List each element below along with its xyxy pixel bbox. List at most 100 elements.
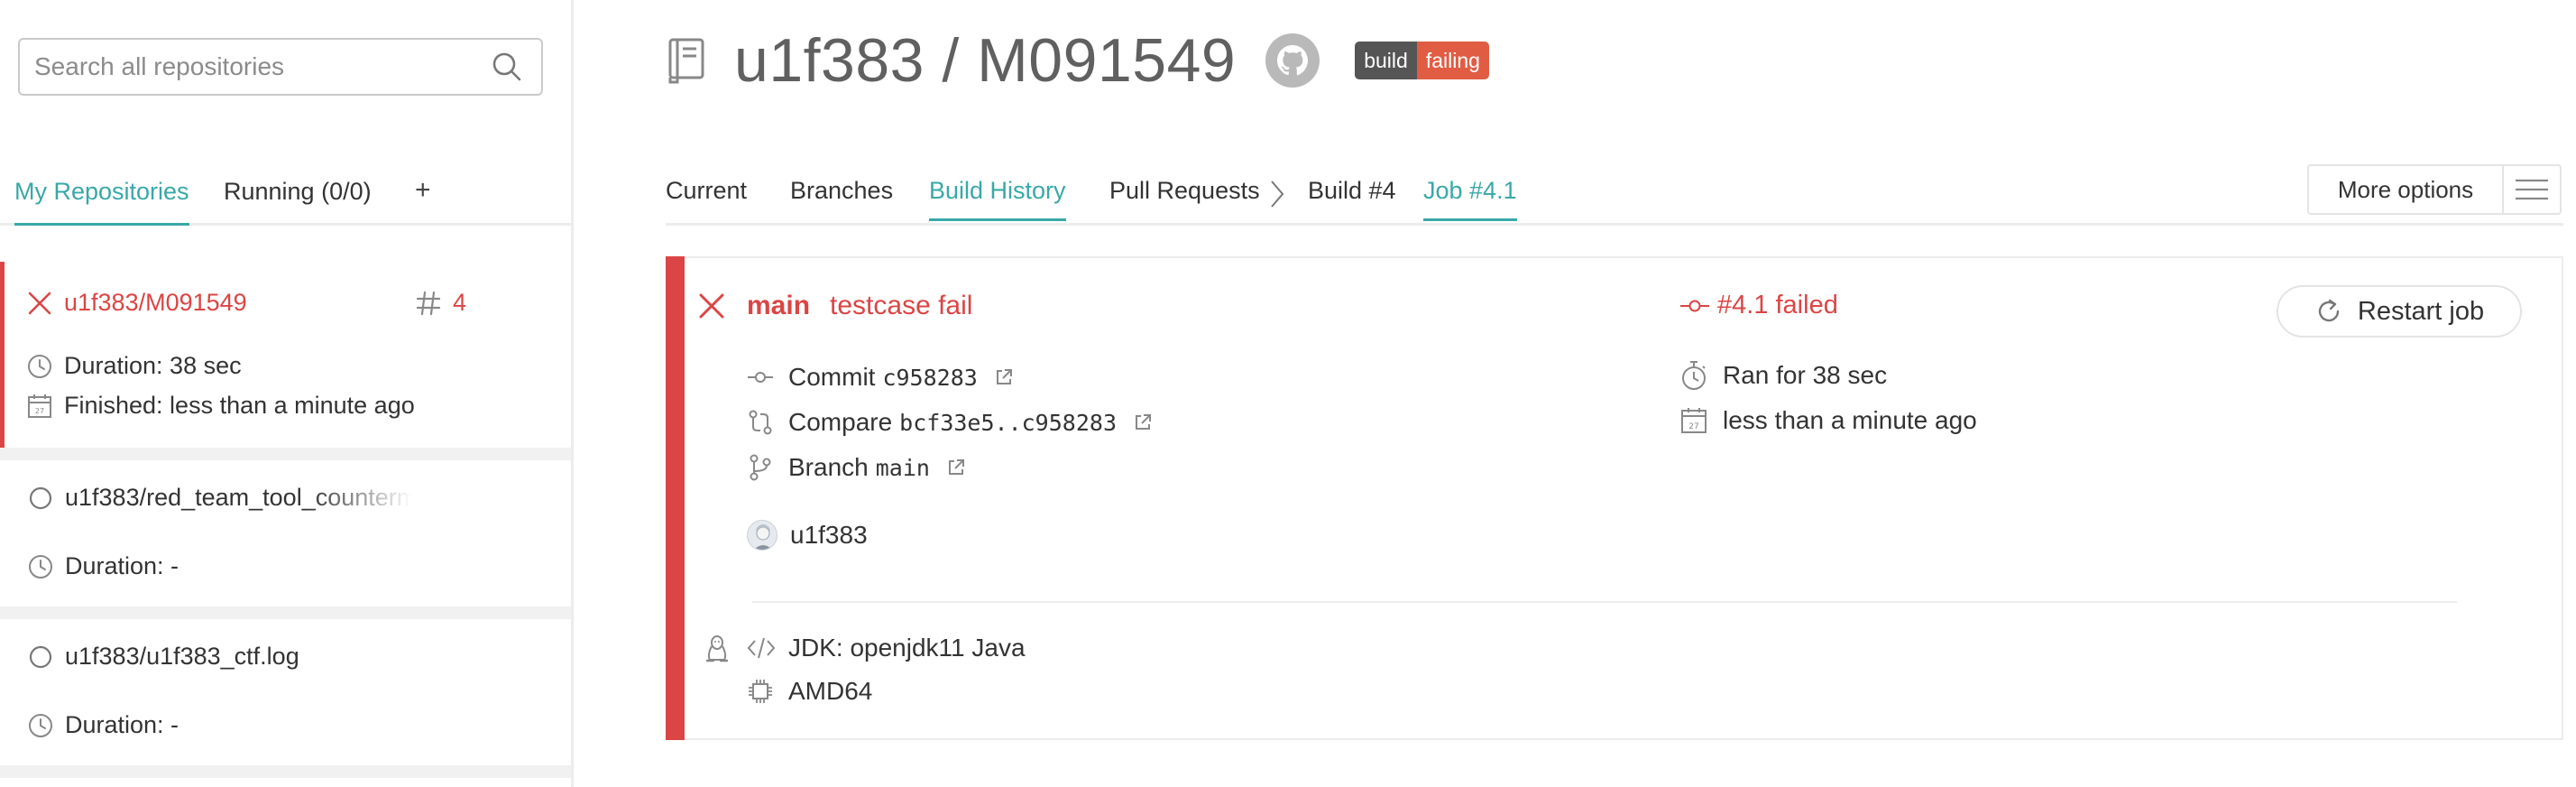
compare-row: Compare bcf33e5..c958283 [747, 408, 1153, 437]
calendar-icon: 27 [26, 393, 53, 420]
linux-icon [704, 634, 731, 664]
circle-icon [27, 485, 54, 512]
main-tabs: Current Branches Build History Pull Requ… [666, 153, 2563, 226]
tab-job-4-1[interactable]: Job #4.1 [1423, 177, 1517, 221]
compare-label: Compare [788, 408, 893, 436]
repo-name[interactable]: u1f383/red_team_tool_countermeasures [65, 484, 412, 512]
build-status-badge[interactable]: build failing [1355, 42, 1489, 79]
cpu-icon [747, 678, 774, 705]
repo-name[interactable]: u1f383/M091549 [64, 289, 247, 317]
compare-icon [747, 409, 774, 436]
svg-text:27: 27 [35, 407, 44, 415]
duration-text: Duration: - [65, 552, 179, 579]
clock-icon [27, 553, 54, 580]
repo-duration: Duration: - [27, 711, 179, 739]
commit-hash[interactable]: c958283 [882, 365, 977, 391]
tab-running[interactable]: Running (0/0) [224, 171, 372, 211]
add-repository-button[interactable]: + [415, 175, 431, 206]
arch-text: AMD64 [788, 677, 873, 705]
branch-row: Branch main [747, 453, 966, 482]
author-name: u1f383 [790, 521, 868, 549]
commit-icon [1679, 297, 1710, 315]
tab-pull-requests[interactable]: Pull Requests [1109, 177, 1260, 205]
page-title: u1f383 / M091549 [734, 26, 1237, 95]
circle-icon [27, 643, 54, 671]
repo-duration: Duration: - [27, 552, 179, 580]
repo-card-title[interactable]: u1f383/red_team_tool_countermeasures [27, 484, 412, 512]
branch-label: Branch [788, 453, 869, 481]
repo-card-ctf-log[interactable]: u1f383/u1f383_ctf.log Duration: - [0, 619, 571, 765]
sidebar: My Repositories Running (0/0) + u1f383/M… [0, 0, 574, 787]
job-status-text: #4.1 failed [1717, 291, 1838, 319]
jdk-text: JDK: openjdk11 Java [788, 634, 1026, 662]
repo-card-title[interactable]: u1f383/M091549 [26, 289, 247, 317]
external-link-icon[interactable] [994, 367, 1014, 387]
job-state: #4.1 failed [1679, 291, 1838, 320]
commit-message: testcase fail [830, 291, 973, 320]
jdk-row: JDK: openjdk11 Java [747, 634, 1026, 662]
duration-text: Duration: 38 sec [64, 352, 242, 379]
tab-build-history[interactable]: Build History [929, 177, 1066, 221]
job-panel: main testcase fail #4.1 failed Restart j… [666, 256, 2563, 740]
external-link-icon[interactable] [1133, 412, 1153, 432]
tab-current[interactable]: Current [666, 177, 747, 205]
chevron-right-icon [1268, 179, 1286, 209]
commit-label: Commit [788, 363, 876, 391]
repo-header: u1f383 / M091549 build failing [667, 25, 1489, 96]
github-icon[interactable] [1265, 32, 1320, 88]
commit-row: Commit c958283 [747, 363, 1014, 392]
external-link-icon[interactable] [946, 458, 966, 477]
build-number[interactable]: 4 [453, 289, 466, 317]
stopwatch-icon [1679, 359, 1708, 392]
search-icon[interactable] [489, 49, 525, 85]
compare-range[interactable]: bcf33e5..c958283 [899, 410, 1117, 436]
finished-row: 27 less than a minute ago [1679, 406, 1977, 435]
failed-status-bar [666, 256, 685, 740]
card-separator [0, 765, 571, 778]
more-options-button[interactable]: More options [2309, 166, 2502, 213]
ran-for-text: Ran for 38 sec [1723, 361, 1888, 389]
restart-job-button[interactable]: Restart job [2277, 285, 2522, 338]
tab-branches[interactable]: Branches [790, 177, 893, 205]
tab-my-repositories[interactable]: My Repositories [14, 171, 189, 226]
restart-job-label[interactable]: Restart job [2358, 297, 2484, 327]
search-input[interactable] [20, 40, 489, 94]
card-separator [0, 606, 571, 619]
hamburger-icon[interactable] [2502, 166, 2560, 213]
badge-label: build [1355, 42, 1417, 79]
clock-icon [26, 353, 53, 380]
code-icon [747, 636, 776, 660]
clock-icon [27, 712, 54, 739]
branch-icon [747, 454, 774, 481]
restart-icon [2314, 297, 2343, 326]
author-row: u1f383 [747, 520, 868, 551]
repo-card-m091549[interactable]: u1f383/M091549 4 Duration: 38 sec 27 Fin… [0, 262, 571, 448]
calendar-icon: 27 [1679, 406, 1708, 435]
repo-name[interactable]: u1f383/u1f383_ctf.log [65, 643, 299, 671]
svg-text:27: 27 [1688, 422, 1698, 431]
ran-for-row: Ran for 38 sec [1679, 359, 1887, 392]
job-branch[interactable]: main [747, 291, 810, 321]
hash-icon [415, 290, 442, 317]
card-separator [0, 448, 571, 460]
x-icon [26, 290, 53, 317]
avatar [747, 520, 777, 551]
repository-search[interactable] [18, 38, 543, 96]
repo-card-title[interactable]: u1f383/u1f383_ctf.log [27, 643, 299, 671]
finished-text: Finished: less than a minute ago [64, 392, 415, 419]
repo-finished: 27 Finished: less than a minute ago [26, 392, 415, 420]
repo-card-red-team-tool[interactable]: u1f383/red_team_tool_countermeasures Dur… [0, 460, 571, 606]
x-icon [696, 291, 727, 321]
finished-text: less than a minute ago [1723, 406, 1977, 434]
duration-text: Duration: - [65, 711, 179, 738]
linux-os [704, 634, 731, 664]
repo-duration: Duration: 38 sec [26, 352, 242, 380]
more-options-menu[interactable]: More options [2307, 164, 2562, 215]
arch-row: AMD64 [747, 677, 872, 706]
commit-icon [747, 368, 774, 386]
divider [752, 601, 2457, 603]
repo-build-number[interactable]: 4 [415, 289, 466, 317]
job-status-header: main testcase fail [696, 291, 972, 321]
tab-build-4[interactable]: Build #4 [1308, 177, 1396, 205]
branch-name[interactable]: main [876, 455, 930, 481]
